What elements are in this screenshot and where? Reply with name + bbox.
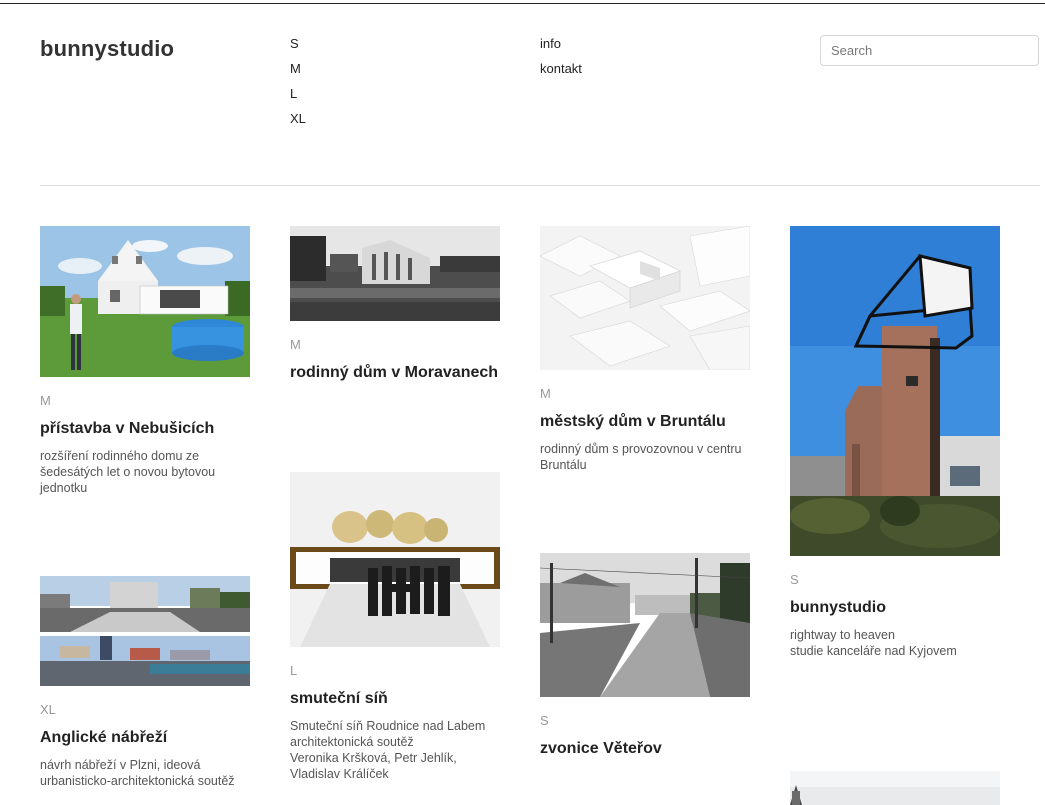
nav-link-s[interactable]: S [290,36,306,61]
project-card: XL Anglické nábřeží návrh nábřeží v Plzn… [40,576,250,789]
project-image[interactable] [790,226,1000,556]
project-title[interactable]: přístavba v Nebušicích [40,419,250,439]
project-size-label: S [540,713,549,728]
project-image[interactable] [790,771,1000,805]
nav-link-xl[interactable]: XL [290,111,306,136]
nav-link-l[interactable]: L [290,86,306,111]
project-card: M rodinný dům v Moravanech [290,226,500,392]
project-description: rightway to heaven studie kanceláře nad … [790,628,957,658]
project-title[interactable]: bunnystudio [790,598,1000,618]
project-title[interactable]: smuteční síň [290,689,500,709]
project-card: M městský dům v Bruntálu rodinný dům s p… [540,226,750,473]
project-size-label: S [790,572,799,587]
nav-link-m[interactable]: M [290,61,306,86]
project-image[interactable] [290,226,500,321]
project-image[interactable] [40,576,250,686]
project-description: rodinný dům s provozovnou v centru Brunt… [540,442,742,472]
info-nav: info kontakt [540,36,582,86]
project-image[interactable] [540,553,750,697]
header-divider [40,185,1040,186]
project-card: S zvonice Věteřov [540,553,750,768]
project-size-label: M [540,386,551,401]
project-size-label: L [290,663,298,678]
project-title[interactable]: rodinný dům v Moravanech [290,363,500,383]
project-description: návrh nábřeží v Plzni, ideová urbanistic… [40,758,235,788]
project-card: M přístavba v Nebušicích rozšíření rodin… [40,226,250,496]
project-image[interactable] [540,226,750,370]
project-title[interactable]: zvonice Věteřov [540,739,750,759]
project-image[interactable] [40,226,250,377]
project-card [790,771,1000,805]
project-size-label: M [40,393,51,408]
project-size-label: XL [40,702,56,717]
project-size-label: M [290,337,301,352]
size-filter-nav: S M L XL [290,36,306,136]
project-description: Smuteční síň Roudnice nad Labem architek… [290,719,486,781]
nav-link-kontakt[interactable]: kontakt [540,61,582,86]
site-logo[interactable]: bunnystudio [40,36,174,62]
project-title[interactable]: městský dům v Bruntálu [540,412,750,432]
top-border-line [0,3,1045,4]
search-input[interactable] [820,35,1039,66]
nav-link-info[interactable]: info [540,36,582,61]
project-title[interactable]: Anglické nábřeží [40,728,250,748]
project-description: rozšíření rodinného domu ze šedesátých l… [40,449,216,495]
project-image[interactable] [290,472,500,647]
project-card: L smuteční síň Smuteční síň Roudnice nad… [290,472,500,782]
project-card: S bunnystudio rightway to heaven studie … [790,226,1000,659]
